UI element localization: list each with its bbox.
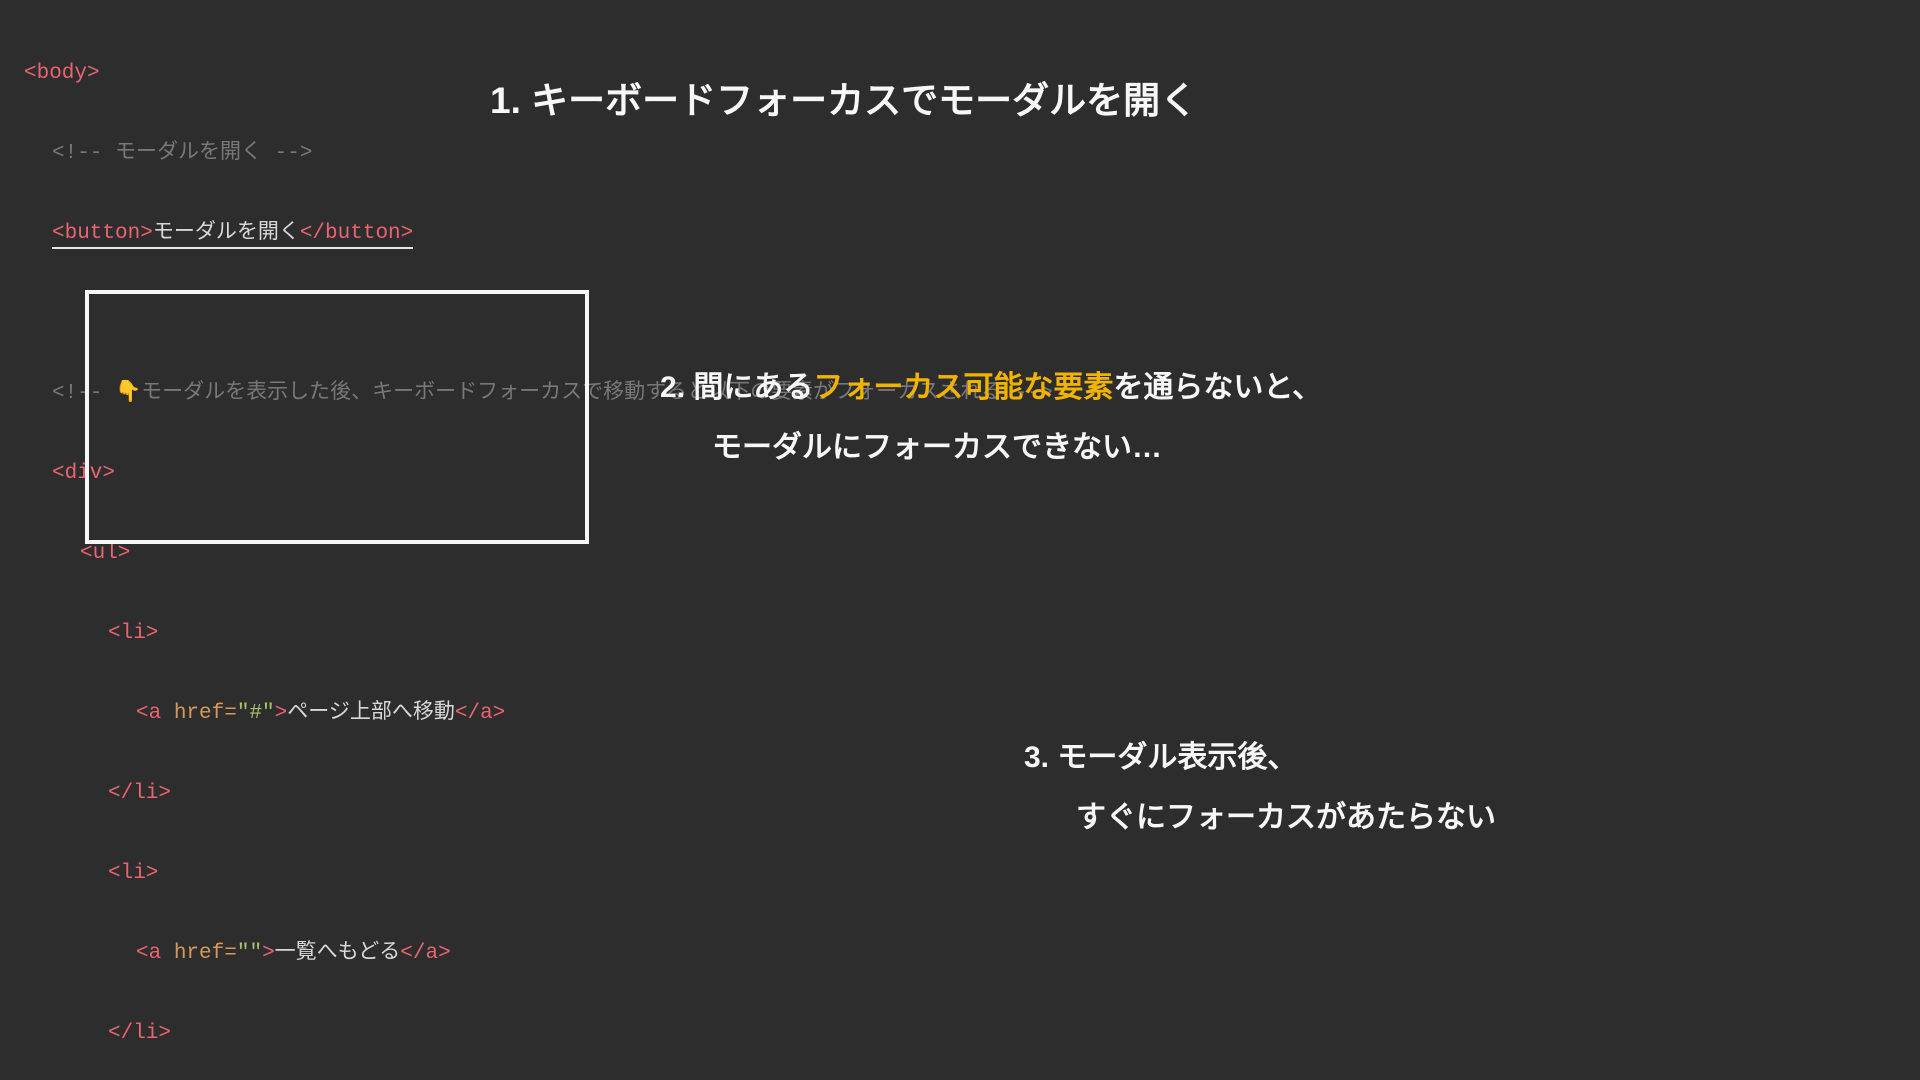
code-block: <body> <!-- モーダルを開く --> <button>モーダルを開く<… <box>24 14 1111 1080</box>
annotation-3: 3. モーダル表示後、 すぐにフォーカスがあたらない <box>1024 728 1496 848</box>
code-line: <a href="#">ページ上部へ移動</a> <box>24 694 1111 734</box>
code-line: <li> <box>24 854 1111 894</box>
code-line: <button>モーダルを開く</button> <box>24 214 1111 254</box>
code-line: <a href="">一覧へもどる</a> <box>24 934 1111 974</box>
code-line: <!-- モーダルを開く --> <box>24 134 1111 174</box>
code-line: </li> <box>24 1014 1111 1054</box>
code-line: <li> <box>24 614 1111 654</box>
annotation-1: 1. キーボードフォーカスでモーダルを開く <box>490 82 1197 119</box>
annotation-2: 2. 間にあるフォーカス可能な要素を通らないと、 モーダルにフォーカスできない… <box>660 358 1322 478</box>
blank-line <box>24 294 1111 334</box>
code-line: </li> <box>24 774 1111 814</box>
code-line: <ul> <box>24 534 1111 574</box>
